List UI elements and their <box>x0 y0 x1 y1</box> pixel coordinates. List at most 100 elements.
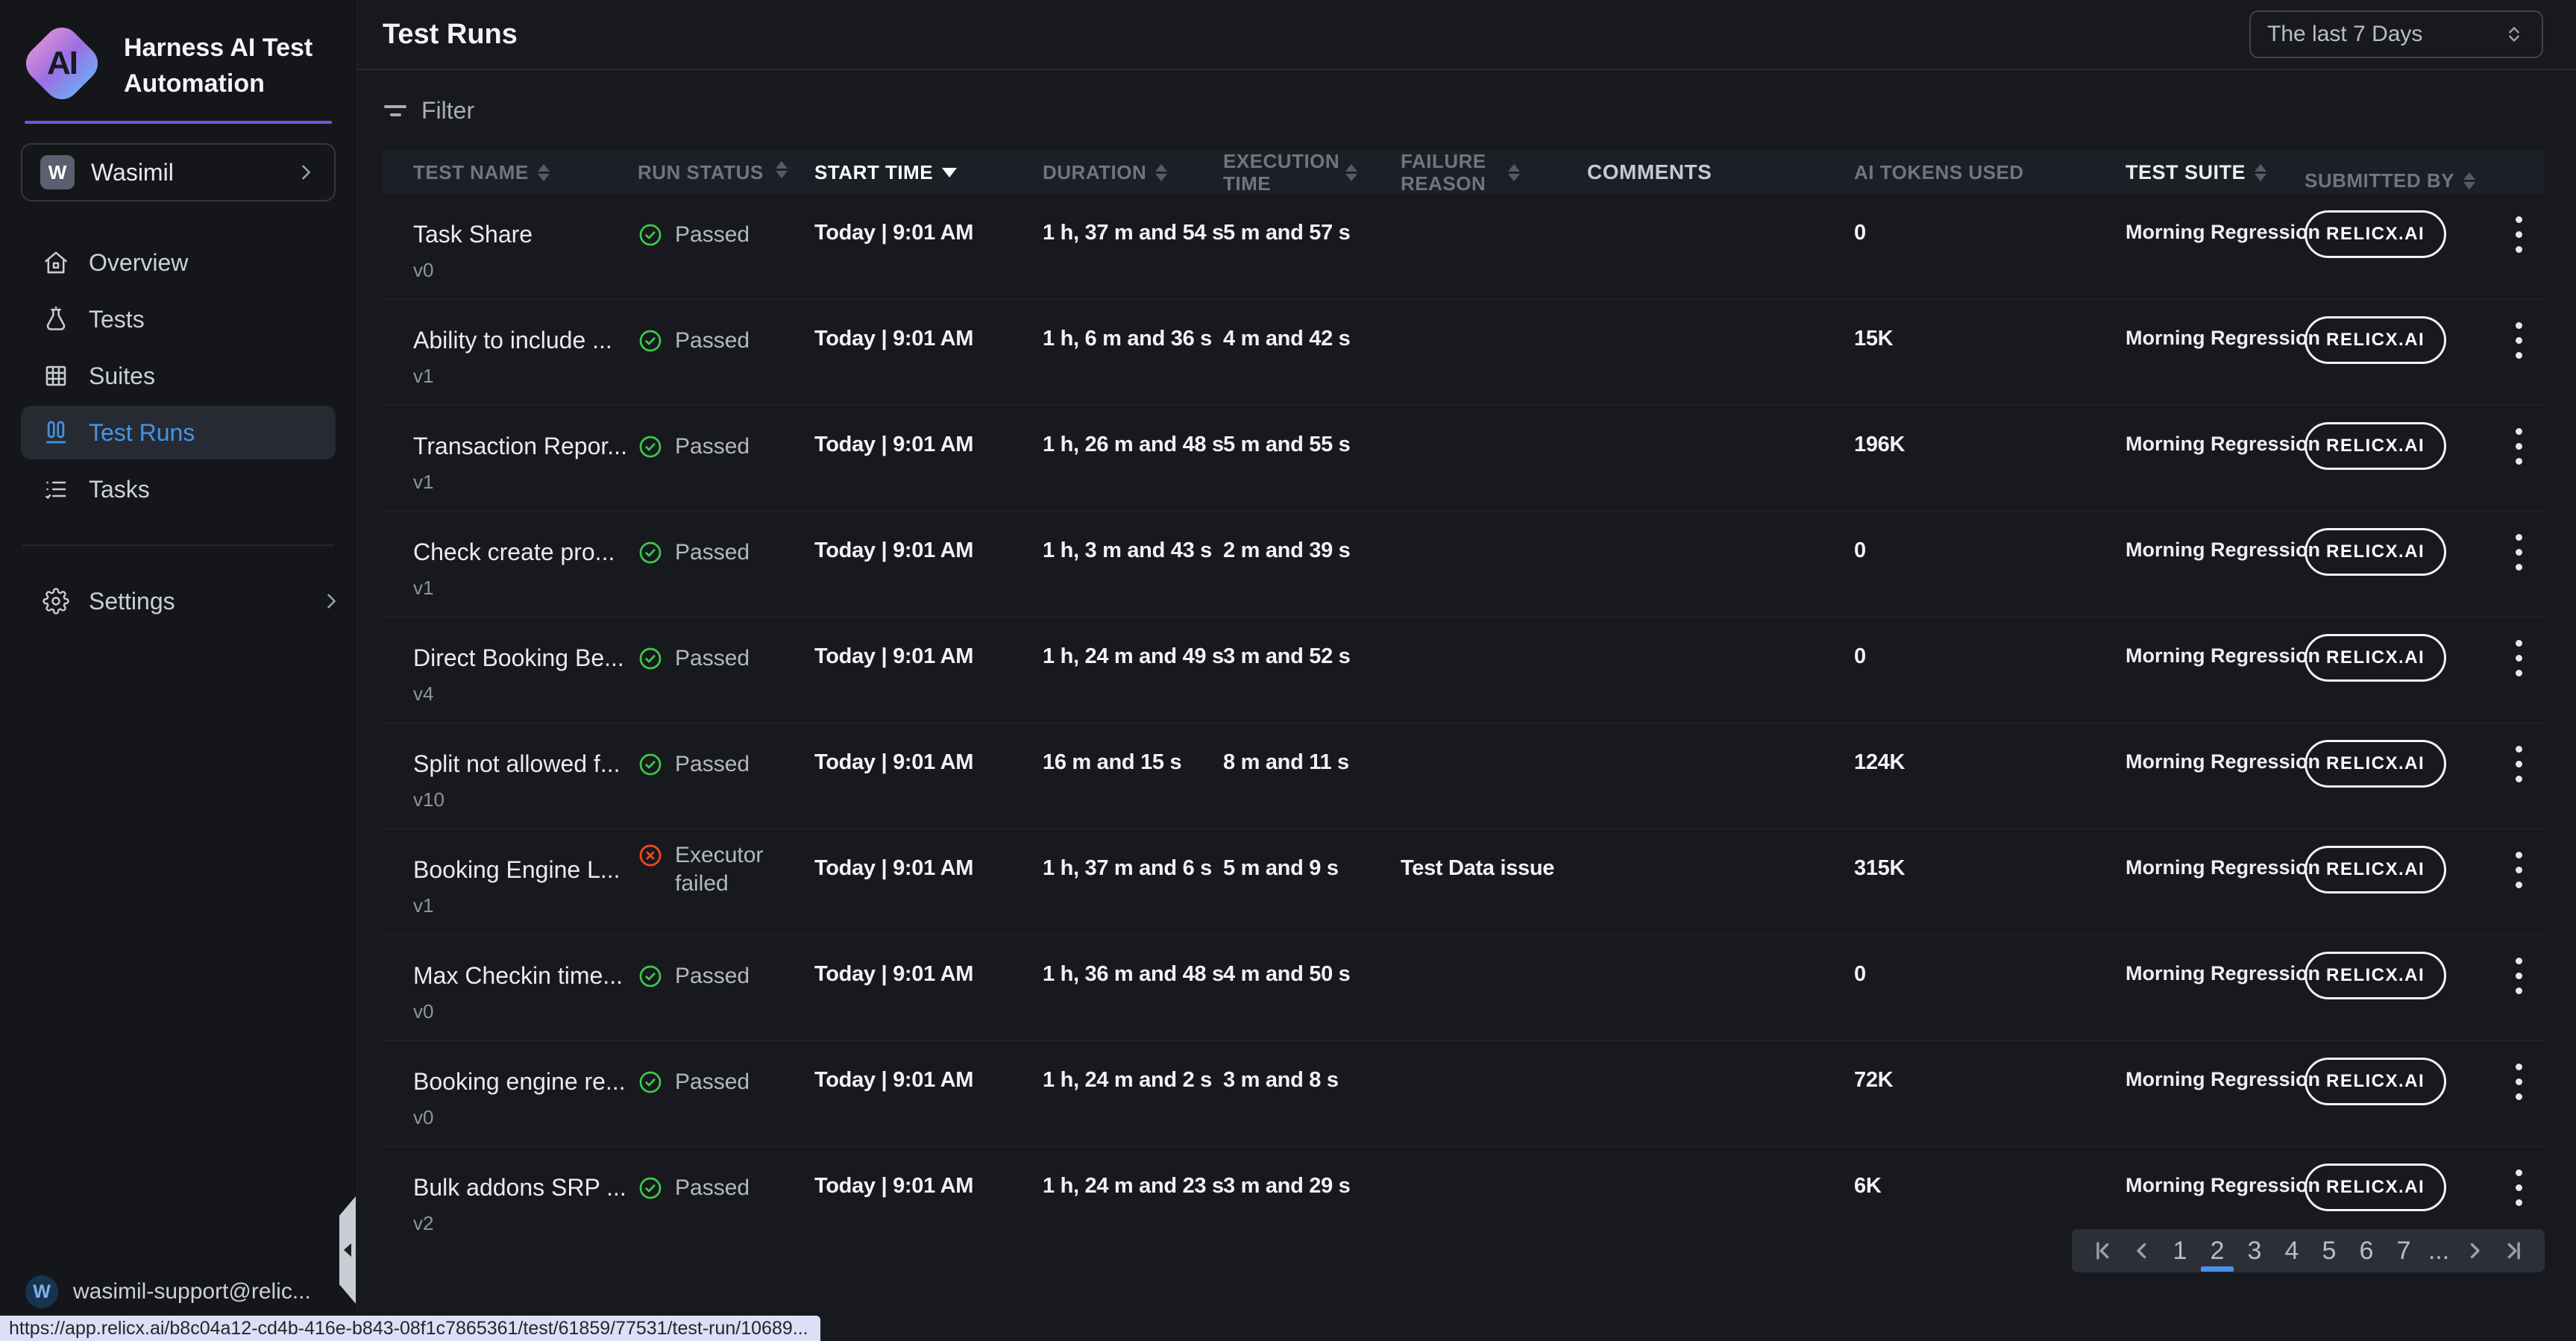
test-name-link[interactable]: Task Share <box>413 221 638 248</box>
ai-tokens-cell: 0 <box>1854 194 2126 298</box>
test-name-link[interactable]: Direct Booking Be... <box>413 644 638 672</box>
sort-desc-active-icon <box>942 168 957 178</box>
run-status-text: Passed <box>675 1174 750 1202</box>
ai-tokens-cell: 124K <box>1854 723 2126 828</box>
date-range-select[interactable]: The last 7 Days <box>2249 10 2543 58</box>
test-version: v0 <box>413 259 638 282</box>
link-preview-statusbar: https://app.relicx.ai/b8c04a12-cd4b-416e… <box>0 1316 820 1341</box>
page-3-button[interactable]: 3 <box>2236 1229 2273 1272</box>
test-name-cell: Check create pro... v1 <box>413 512 638 616</box>
test-version: v1 <box>413 577 638 600</box>
test-version: v0 <box>413 1106 638 1129</box>
kebab-menu-icon[interactable] <box>2505 1059 2533 1146</box>
sort-desc-icon <box>538 174 550 181</box>
test-name-link[interactable]: Booking Engine L... <box>413 856 638 884</box>
test-name-link[interactable]: Max Checkin time... <box>413 962 638 990</box>
execution-time-cell: 8 m and 11 s <box>1223 723 1401 828</box>
test-version: v1 <box>413 894 638 917</box>
submitted-by-badge: RELICX.AI <box>2305 634 2446 682</box>
test-name-cell: Split not allowed f... v10 <box>413 723 638 828</box>
table-row[interactable]: Check create pro... v1 Passed Today | 9:… <box>382 512 2545 618</box>
table-row[interactable]: Booking Engine L... v1 Executor failed T… <box>382 829 2545 935</box>
run-status-cell: Passed <box>638 1041 814 1146</box>
sidebar-item-suites[interactable]: Suites <box>0 348 356 404</box>
org-selector[interactable]: W Wasimil <box>21 143 336 201</box>
page-6-button[interactable]: 6 <box>2348 1229 2385 1272</box>
test-name-link[interactable]: Bulk addons SRP ... <box>413 1174 638 1202</box>
sidebar-item-tests[interactable]: Tests <box>0 291 356 348</box>
col-ai-tokens-used[interactable]: AI TOKENS USED <box>1854 161 2126 183</box>
kebab-menu-icon[interactable] <box>2505 530 2533 616</box>
brand: AI Harness AI Test Automation <box>0 0 356 101</box>
next-page-button[interactable] <box>2455 1229 2494 1272</box>
col-test-suite[interactable]: TEST SUITE <box>2126 161 2305 183</box>
start-time-cell: Today | 9:01 AM <box>814 1147 1043 1252</box>
table-row[interactable]: Transaction Repor... v1 Passed Today | 9… <box>382 406 2545 512</box>
col-start-time[interactable]: START TIME <box>814 161 1043 183</box>
first-page-button[interactable] <box>2084 1229 2123 1272</box>
run-status-cell: Passed <box>638 406 814 510</box>
page-5-button[interactable]: 5 <box>2310 1229 2348 1272</box>
page-1-button[interactable]: 1 <box>2161 1229 2199 1272</box>
test-name-link[interactable]: Split not allowed f... <box>413 750 638 778</box>
comments-cell <box>1587 512 1854 616</box>
kebab-menu-icon[interactable] <box>2505 741 2533 828</box>
page-2-button-active[interactable]: 2 <box>2199 1229 2236 1272</box>
test-name-link[interactable]: Booking engine re... <box>413 1068 638 1096</box>
test-name-link[interactable]: Check create pro... <box>413 538 638 566</box>
user-avatar: W <box>25 1275 58 1308</box>
submitted-by-badge: RELICX.AI <box>2305 528 2446 576</box>
sidebar-item-label: Settings <box>89 588 175 615</box>
filter-button[interactable]: Filter <box>384 97 474 125</box>
failure-reason-cell <box>1401 406 1587 510</box>
run-status-text: Passed <box>675 1068 750 1096</box>
col-test-name[interactable]: TEST NAME <box>413 161 638 183</box>
table-row[interactable]: Split not allowed f... v10 Passed Today … <box>382 723 2545 829</box>
user-account[interactable]: W wasimil-support@relic... <box>25 1275 311 1308</box>
chevron-right-icon <box>295 162 316 183</box>
sidebar-item-tasks[interactable]: Tasks <box>0 461 356 518</box>
test-name-link[interactable]: Transaction Repor... <box>413 433 638 460</box>
kebab-menu-icon[interactable] <box>2505 318 2533 404</box>
run-status-cell: Passed <box>638 300 814 404</box>
table-row[interactable]: Task Share v0 Passed Today | 9:01 AM 1 h… <box>382 194 2545 300</box>
org-avatar: W <box>40 155 75 189</box>
prev-page-button[interactable] <box>2123 1229 2161 1272</box>
table-row[interactable]: Direct Booking Be... v4 Passed Today | 9… <box>382 618 2545 723</box>
check-circle-icon <box>638 434 663 459</box>
col-duration[interactable]: DURATION <box>1043 161 1223 183</box>
sort-desc-icon <box>2463 182 2475 189</box>
submitted-by-cell: RELICX.AI <box>2305 723 2492 828</box>
submitted-by-badge: RELICX.AI <box>2305 316 2446 364</box>
row-actions-cell <box>2492 406 2545 510</box>
kebab-menu-icon[interactable] <box>2505 953 2533 1040</box>
col-comments[interactable]: COMMENTS <box>1587 161 1854 183</box>
sidebar-item-overview[interactable]: Overview <box>0 234 356 291</box>
table-row[interactable]: Booking engine re... v0 Passed Today | 9… <box>382 1041 2545 1147</box>
page-7-button[interactable]: 7 <box>2385 1229 2422 1272</box>
table-row[interactable]: Ability to include ... v1 Passed Today |… <box>382 300 2545 406</box>
page-4-button[interactable]: 4 <box>2273 1229 2310 1272</box>
col-execution-time[interactable]: EXECUTION TIME <box>1223 150 1401 195</box>
app-title: Harness AI Test Automation <box>124 22 334 101</box>
kebab-menu-icon[interactable] <box>2505 847 2533 934</box>
kebab-menu-icon[interactable] <box>2505 635 2533 722</box>
start-time-cell: Today | 9:01 AM <box>814 406 1043 510</box>
col-run-status[interactable]: RUN STATUS <box>638 161 814 183</box>
col-submitted-by[interactable]: SUBMITTED BY <box>2305 153 2492 192</box>
test-name-link[interactable]: Ability to include ... <box>413 327 638 354</box>
table-row[interactable]: Max Checkin time... v0 Passed Today | 9:… <box>382 935 2545 1041</box>
pagination-ellipsis: ... <box>2422 1237 2455 1266</box>
sidebar-item-settings[interactable]: Settings <box>0 573 356 629</box>
col-failure-reason[interactable]: FAILURE REASON <box>1401 150 1587 195</box>
kebab-menu-icon[interactable] <box>2505 212 2533 298</box>
ai-tokens-cell: 0 <box>1854 618 2126 722</box>
comments-cell <box>1587 194 1854 298</box>
duration-cell: 1 h, 26 m and 48 s <box>1043 406 1223 510</box>
sidebar-item-test-runs[interactable]: Test Runs <box>21 406 336 459</box>
kebab-menu-icon[interactable] <box>2505 424 2533 510</box>
duration-cell: 1 h, 36 m and 48 s <box>1043 935 1223 1040</box>
test-name-cell: Task Share v0 <box>413 194 638 298</box>
run-status-text: Passed <box>675 750 750 779</box>
last-page-button[interactable] <box>2494 1229 2533 1272</box>
